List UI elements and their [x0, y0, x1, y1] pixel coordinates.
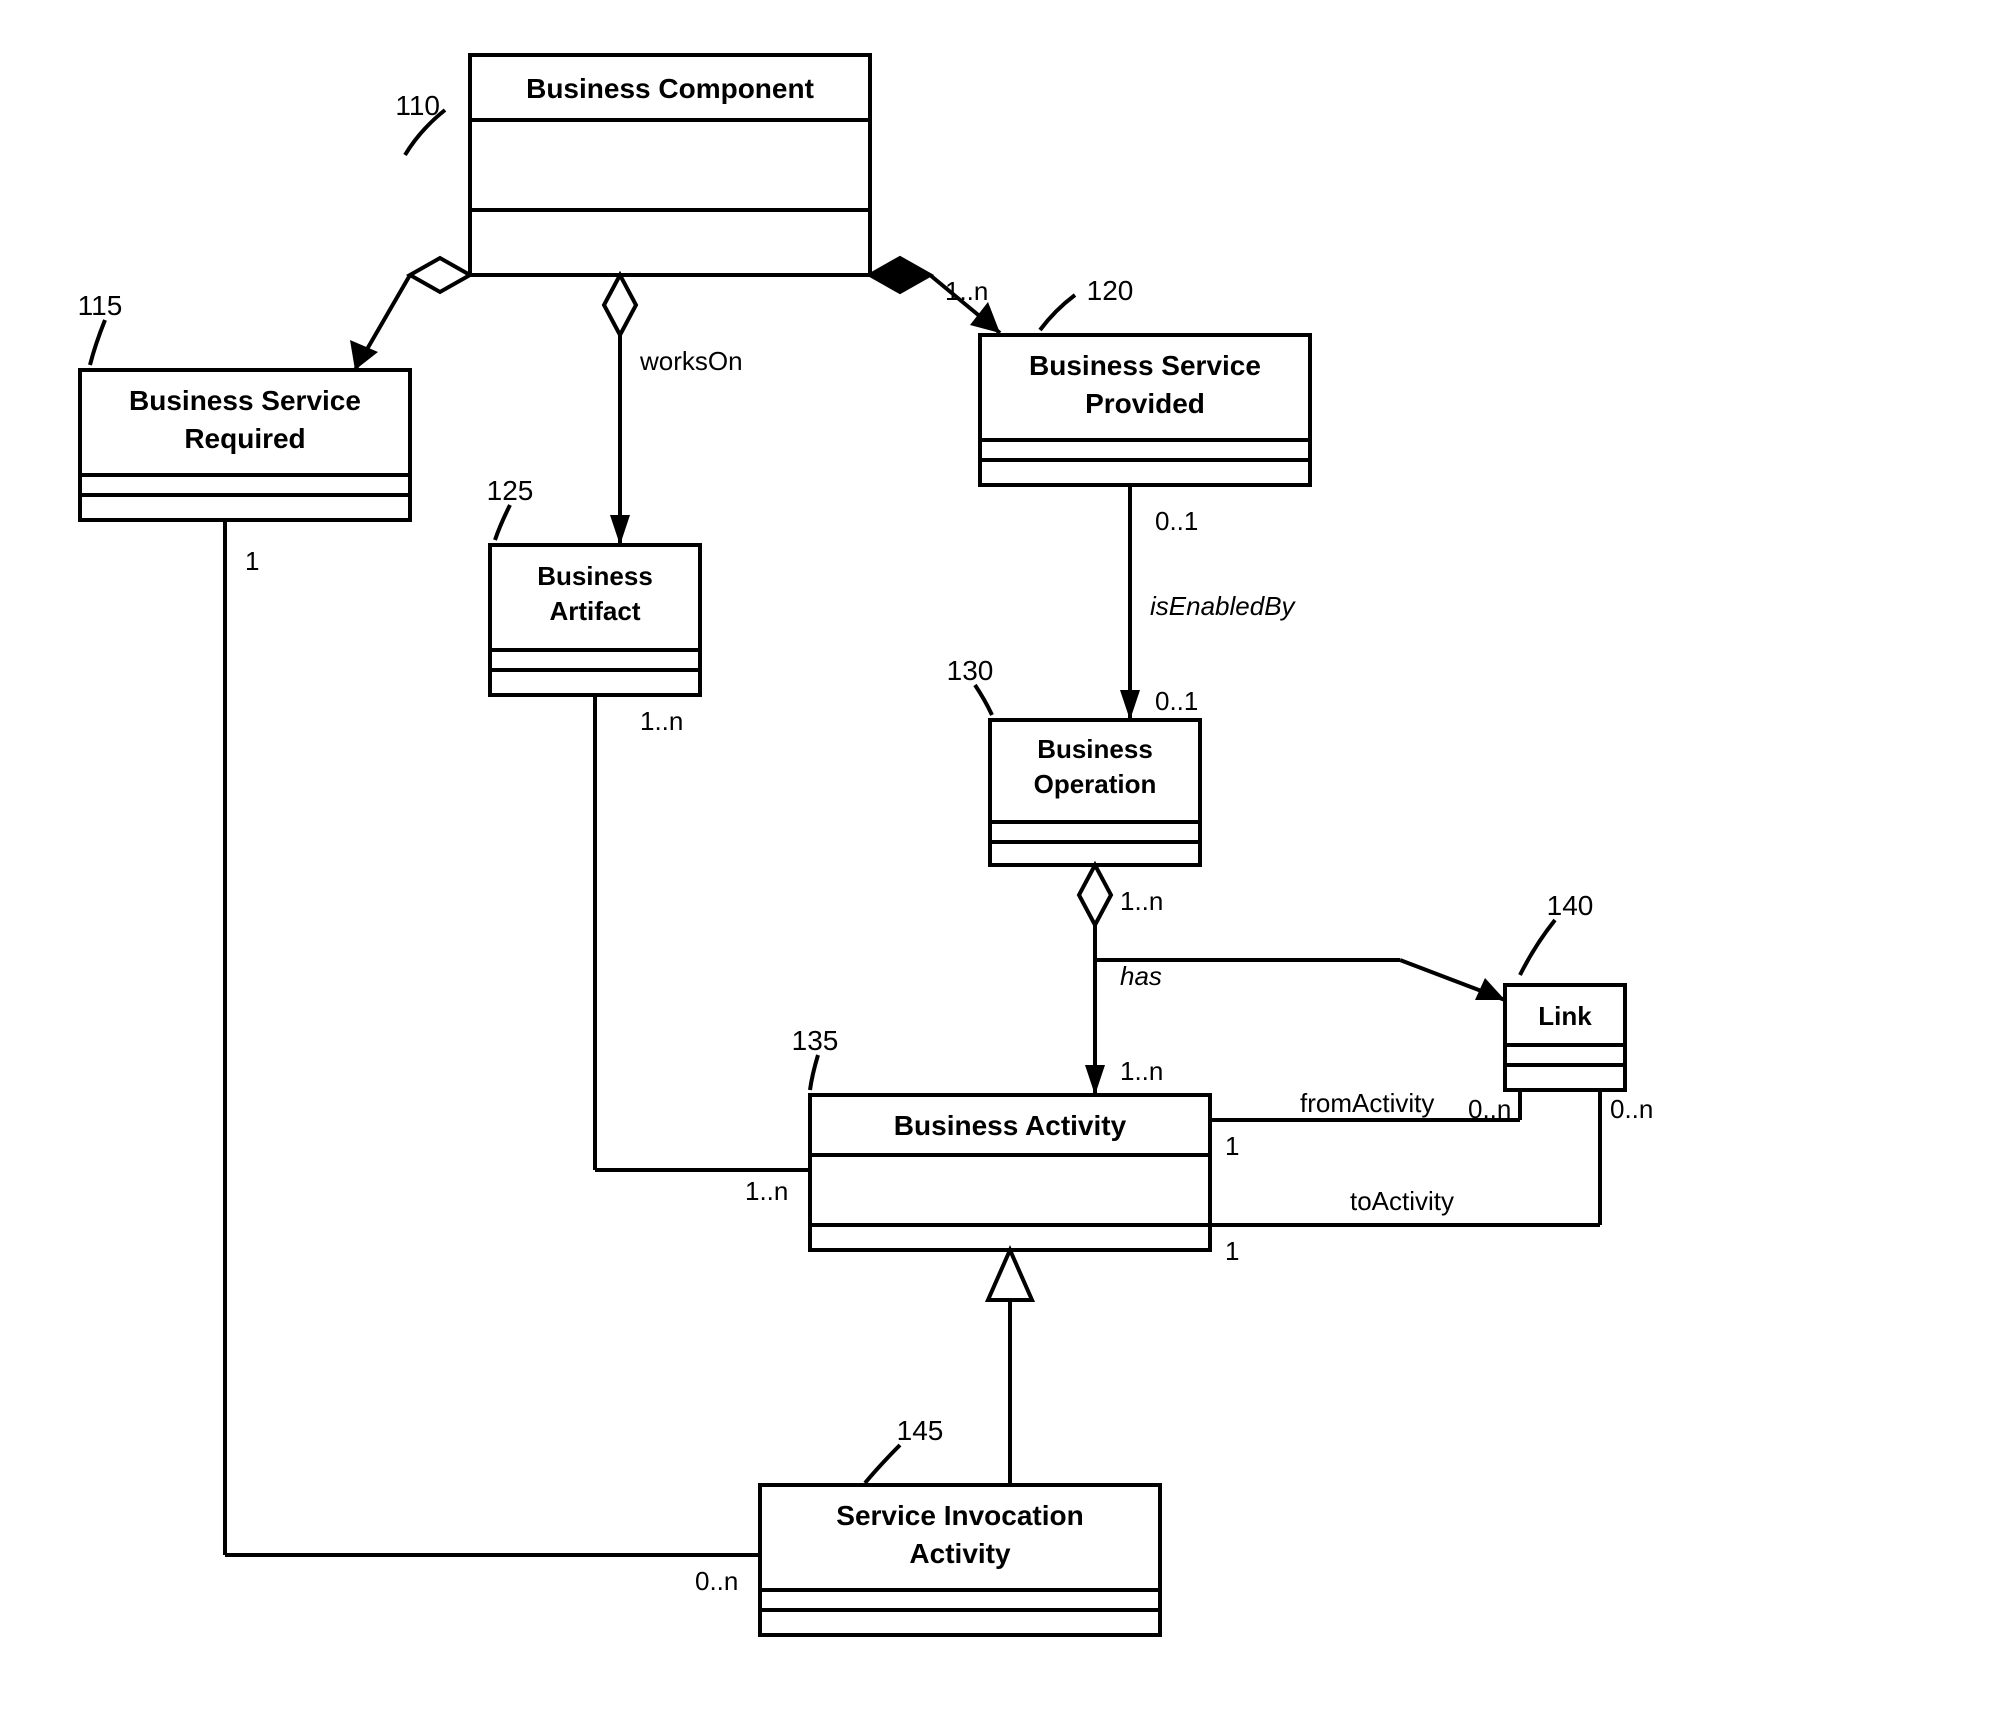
- rel-bsp-to-bo: 0..1 isEnabledBy 0..1: [1120, 485, 1297, 720]
- mult-src: 1: [245, 546, 259, 576]
- edge-label: isEnabledBy: [1150, 591, 1297, 621]
- mult: 1..n: [640, 706, 683, 736]
- mult-src: 1..n: [1120, 886, 1163, 916]
- ref-number: 145: [897, 1415, 944, 1446]
- edge-label: fromActivity: [1300, 1088, 1434, 1118]
- ref-number: 120: [1087, 275, 1134, 306]
- class-business-service-provided: Business Service Provided: [980, 335, 1310, 485]
- rel-bc-to-bsp: 1..n: [870, 258, 1000, 333]
- ref-leader: [90, 320, 105, 365]
- class-business-operation: Business Operation: [990, 720, 1200, 865]
- class-title-l2: Required: [184, 423, 305, 454]
- ref-number: 110: [395, 90, 440, 121]
- rel-sia-gen-bact: [988, 1250, 1032, 1485]
- class-title-l1: Service Invocation: [836, 1500, 1083, 1531]
- ref-leader: [810, 1055, 818, 1090]
- class-title-l2: Artifact: [549, 596, 640, 626]
- edge-label: has: [1120, 961, 1162, 991]
- class-title-l1: Business: [537, 561, 653, 591]
- class-title-l1: Business: [1037, 734, 1153, 764]
- class-title: Business Activity: [894, 1110, 1127, 1141]
- mult-tgt: 0..1: [1155, 686, 1198, 716]
- mult-src: 1: [1225, 1236, 1239, 1266]
- rel-artifact-to-bact: 1..n: [595, 695, 810, 1206]
- mult-src: 0..1: [1155, 506, 1198, 536]
- mult: 1..n: [945, 276, 988, 306]
- ref-number: 115: [78, 290, 123, 321]
- rel-bact-link-from: fromActivity 1 0..n: [1210, 1088, 1520, 1161]
- edge-label: worksOn: [639, 346, 743, 376]
- mult-src: 1: [1225, 1131, 1239, 1161]
- class-title: Link: [1538, 1001, 1592, 1031]
- class-business-activity: Business Activity: [810, 1095, 1210, 1250]
- mult-tgt: 1..n: [1120, 1056, 1163, 1086]
- mult-tgt: 0..n: [695, 1566, 738, 1596]
- mult-tgt: 0..n: [1610, 1094, 1653, 1124]
- ref-number: 140: [1547, 890, 1594, 921]
- class-title-l1: Business Service: [1029, 350, 1261, 381]
- rel-bo-to-bact: 1..n has 1..n: [1079, 865, 1163, 1095]
- edge-label: toActivity: [1350, 1186, 1454, 1216]
- class-business-service-required: Business Service Required: [80, 370, 410, 520]
- rel-bc-to-artifact: worksOn: [604, 275, 743, 545]
- ref-leader: [1520, 920, 1555, 975]
- class-link: Link: [1505, 985, 1625, 1090]
- ref-leader: [495, 505, 510, 540]
- ref-leader: [865, 1445, 900, 1483]
- class-service-invocation-activity: Service Invocation Activity: [760, 1485, 1160, 1635]
- class-title-l2: Activity: [909, 1538, 1011, 1569]
- ref-leader: [975, 685, 992, 715]
- ref-leader: [1040, 295, 1075, 330]
- class-title-l1: Business Service: [129, 385, 361, 416]
- class-title-l2: Operation: [1034, 769, 1157, 799]
- rel-bc-to-bsr: [350, 258, 470, 370]
- class-title: Business Component: [526, 73, 814, 104]
- uml-class-diagram: Business Component 110 Business Service …: [0, 0, 1993, 1731]
- mult-tgt: 0..n: [1468, 1094, 1511, 1124]
- ref-number: 130: [947, 655, 994, 686]
- mult: 1..n: [745, 1176, 788, 1206]
- class-business-component: Business Component: [470, 55, 870, 275]
- ref-number: 125: [487, 475, 534, 506]
- class-title-l2: Provided: [1085, 388, 1205, 419]
- ref-number: 135: [792, 1025, 839, 1056]
- class-business-artifact: Business Artifact: [490, 545, 700, 695]
